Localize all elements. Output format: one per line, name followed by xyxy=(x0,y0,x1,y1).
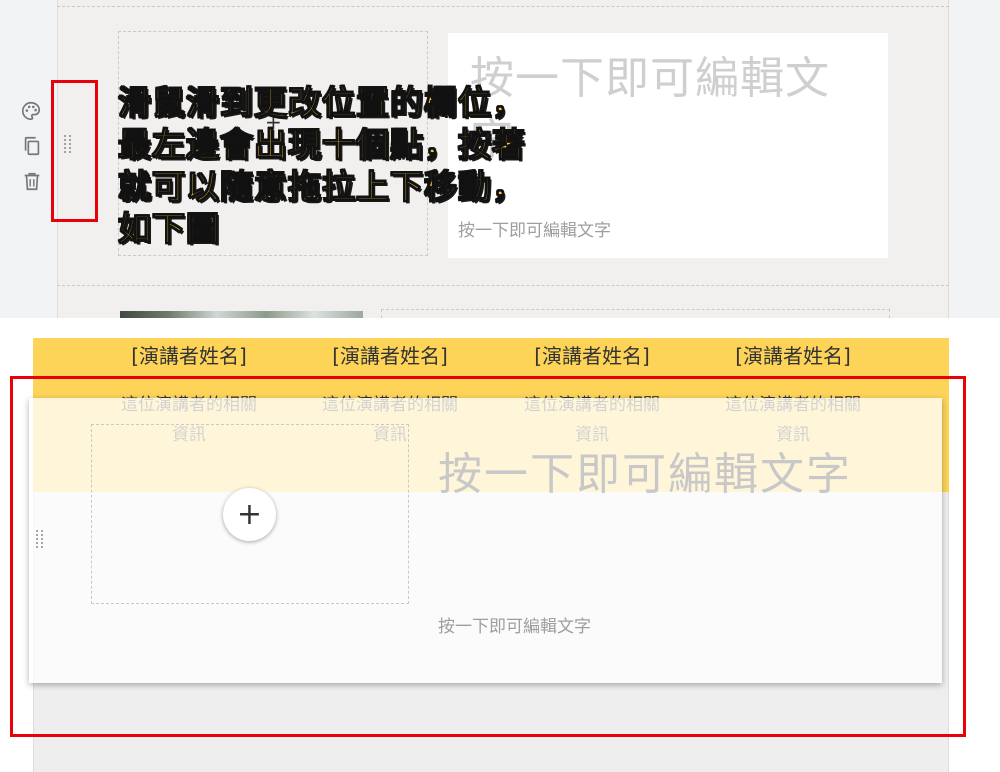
next-block-outline xyxy=(381,309,890,318)
dragged-block-highlight xyxy=(10,376,966,737)
annotation-line: 就可以隨意拖拉上下移動， xyxy=(117,166,526,206)
section-divider-top xyxy=(57,6,949,7)
annotation-callout: 滑鼠滑到更改位置的欄位， 最左邊會出現十個點，按著 就可以隨意拖拉上下移動， 如… xyxy=(117,82,526,250)
section-divider-bottom xyxy=(57,285,949,286)
annotation-line: 滑鼠滑到更改位置的欄位， xyxy=(117,82,526,122)
speaker-name[interactable]: [演講者姓名] xyxy=(492,340,692,369)
speaker-name[interactable]: [演講者姓名] xyxy=(290,340,490,369)
photo-thumbnail[interactable] xyxy=(120,311,363,318)
annotation-line: 最左邊會出現十個點，按著 xyxy=(117,124,526,164)
drag-handle-highlight xyxy=(51,80,98,222)
copy-icon[interactable] xyxy=(21,135,43,157)
palette-icon[interactable] xyxy=(20,100,42,122)
annotation-line: 如下圖 xyxy=(117,208,220,248)
speaker-name[interactable]: [演講者姓名] xyxy=(89,340,289,369)
trash-icon[interactable] xyxy=(21,170,43,192)
speaker-name[interactable]: [演講者姓名] xyxy=(693,340,893,369)
text-box-heading[interactable]: 按一下即可編輯文字 xyxy=(470,48,870,172)
